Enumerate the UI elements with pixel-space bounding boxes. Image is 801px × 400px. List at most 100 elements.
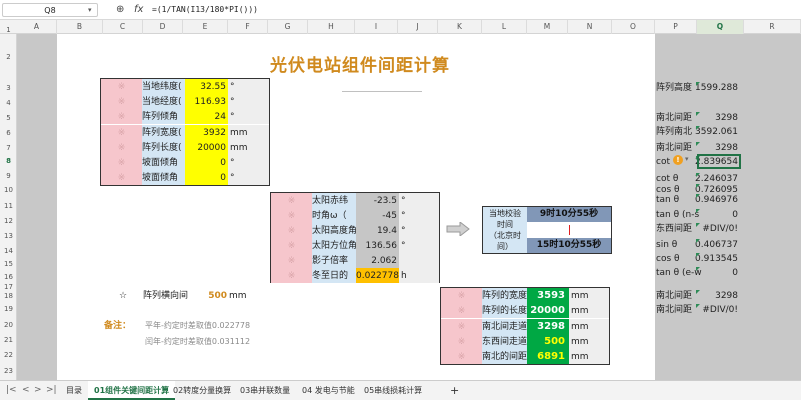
column-header-l[interactable]: L (482, 20, 527, 34)
row-header-13[interactable]: 13 (0, 232, 17, 240)
right-panel-value[interactable]: 3298 (694, 141, 738, 155)
time-editing-cell[interactable] (527, 222, 611, 238)
last-sheet-icon[interactable]: >| (46, 381, 57, 400)
row-header-23[interactable]: 23 (0, 367, 17, 375)
input-value[interactable]: 116.93 (185, 94, 228, 110)
selected-cell[interactable] (697, 154, 741, 169)
add-sheet-button[interactable]: + (444, 381, 465, 400)
column-header-h[interactable]: H (308, 20, 355, 34)
sheet-tab[interactable]: 02转度分量换算 (167, 381, 237, 400)
input-value[interactable]: 0 (185, 155, 228, 170)
row-header-14[interactable]: 14 (0, 247, 17, 255)
row-header-9[interactable]: 9 (0, 172, 17, 180)
column-header-b[interactable]: B (57, 20, 103, 34)
row-header-1[interactable]: 1 (0, 26, 17, 34)
column-header-c[interactable]: C (103, 20, 143, 34)
chevron-down-icon[interactable]: ▾ (685, 155, 689, 163)
right-panel-value[interactable]: 0.406737 (694, 238, 738, 252)
input-value[interactable]: 32.55 (185, 79, 228, 94)
column-header-a[interactable]: A (17, 20, 57, 34)
row-header-12[interactable]: 12 (0, 217, 17, 225)
row-header-3[interactable]: 3 (0, 84, 17, 92)
column-header-e[interactable]: E (183, 20, 228, 34)
column-header-n[interactable]: N (568, 20, 612, 34)
row-header-11[interactable]: 11 (0, 202, 17, 210)
right-panel-value[interactable]: 1599.288 (694, 81, 738, 95)
column-header-p[interactable]: P (655, 20, 697, 34)
sun-value[interactable]: 19.4 (356, 223, 399, 238)
row-header-22[interactable]: 22 (0, 351, 17, 359)
row-header-5[interactable]: 5 (0, 114, 17, 122)
right-panel-value[interactable]: 0 (694, 266, 738, 280)
column-header-d[interactable]: D (143, 20, 183, 34)
sheet-tab[interactable]: 05串线损耗计算 (358, 381, 428, 400)
prev-sheet-icon[interactable]: < (22, 381, 30, 400)
right-panel-value[interactable]: 3298 (694, 111, 738, 125)
row-header-15[interactable]: 15 (0, 260, 17, 268)
row-header-2[interactable]: 2 (0, 53, 17, 61)
column-header-q[interactable]: Q (697, 20, 744, 34)
error-flag-icon (696, 142, 700, 146)
column-header-k[interactable]: K (438, 20, 482, 34)
sun-unit: ° (399, 238, 439, 253)
column-header-r[interactable]: R (744, 20, 801, 34)
row-header-18[interactable]: 18 (0, 292, 17, 300)
chevron-down-icon[interactable]: ▾ (88, 3, 92, 17)
row-header-7[interactable]: 7 (0, 144, 17, 152)
result-value[interactable]: 3298 (527, 318, 569, 334)
sun-value[interactable]: 2.062 (356, 253, 399, 268)
spacing-value[interactable]: 500 (203, 288, 227, 304)
sheet-tab-bar: |< < > >| 目录 01组件关键间距计算 02转度分量换算 03串并联数量 04 … (0, 380, 801, 400)
input-unit: ° (228, 109, 269, 125)
sheet-tab[interactable]: 目录 (60, 381, 88, 400)
row-header-10[interactable]: 10 (0, 186, 17, 194)
right-panel-value[interactable]: 0 (694, 208, 738, 222)
right-panel-value[interactable]: #DIV/0! (694, 222, 738, 236)
warning-icon[interactable]: ! (673, 155, 683, 165)
row-header-21[interactable]: 21 (0, 336, 17, 344)
sheet-tab[interactable]: 04 发电与节能 (296, 381, 361, 400)
input-value[interactable]: 20000 (185, 139, 228, 155)
time-block-label: 当地校验 时间 （北京时 间） (483, 207, 527, 253)
result-label: 阵列的长度 (482, 303, 527, 319)
right-panel-value[interactable]: 0.946976 (694, 193, 738, 207)
right-panel-value[interactable]: 0.913545 (694, 252, 738, 266)
row-header-8[interactable]: 8 (0, 157, 17, 165)
name-box[interactable]: Q8 (2, 3, 98, 17)
column-header-m[interactable]: M (527, 20, 568, 34)
sun-value[interactable]: -45 (356, 208, 399, 223)
input-value[interactable]: 24 (185, 109, 228, 125)
input-unit: ° (228, 79, 269, 94)
first-sheet-icon[interactable]: |< (6, 381, 17, 400)
sun-value[interactable]: 0.022778 (356, 268, 399, 283)
sheet-tab[interactable]: 03串并联数量 (234, 381, 296, 400)
zoom-icon[interactable]: ⊕ (116, 3, 124, 17)
sheet-tab[interactable]: 01组件关键间距计算 (88, 381, 176, 400)
row-header-4[interactable]: 4 (0, 99, 17, 107)
input-value[interactable]: 3932 (185, 124, 228, 140)
sun-value[interactable]: -23.5 (356, 193, 399, 208)
right-panel-value[interactable]: 3298 (694, 289, 738, 303)
column-header-j[interactable]: J (398, 20, 438, 34)
sun-value[interactable]: 136.56 (356, 238, 399, 253)
next-sheet-icon[interactable]: > (34, 381, 42, 400)
fx-icon[interactable]: fx (134, 3, 143, 17)
result-value[interactable]: 500 (527, 333, 569, 349)
formula-input[interactable]: =(1/TAN(I13/180*PI())) (152, 3, 258, 17)
column-header-g[interactable]: G (268, 20, 308, 34)
column-header-i[interactable]: I (355, 20, 398, 34)
row-header-19[interactable]: 19 (0, 305, 17, 313)
right-panel-value[interactable]: #DIV/0! (694, 303, 738, 317)
result-value[interactable]: 3593 (527, 288, 569, 303)
column-header-f[interactable]: F (228, 20, 268, 34)
row-header-20[interactable]: 20 (0, 321, 17, 329)
row-header-6[interactable]: 6 (0, 129, 17, 137)
result-unit: mm (569, 349, 609, 365)
column-header-o[interactable]: O (612, 20, 655, 34)
right-panel-value[interactable]: 3592.061 (694, 125, 738, 139)
row-header-17[interactable]: 17 (0, 283, 17, 291)
row-header-16[interactable]: 16 (0, 273, 17, 281)
input-value[interactable]: 0 (185, 170, 228, 186)
result-value[interactable]: 6891 (527, 349, 569, 365)
result-value[interactable]: 20000 (527, 303, 569, 319)
